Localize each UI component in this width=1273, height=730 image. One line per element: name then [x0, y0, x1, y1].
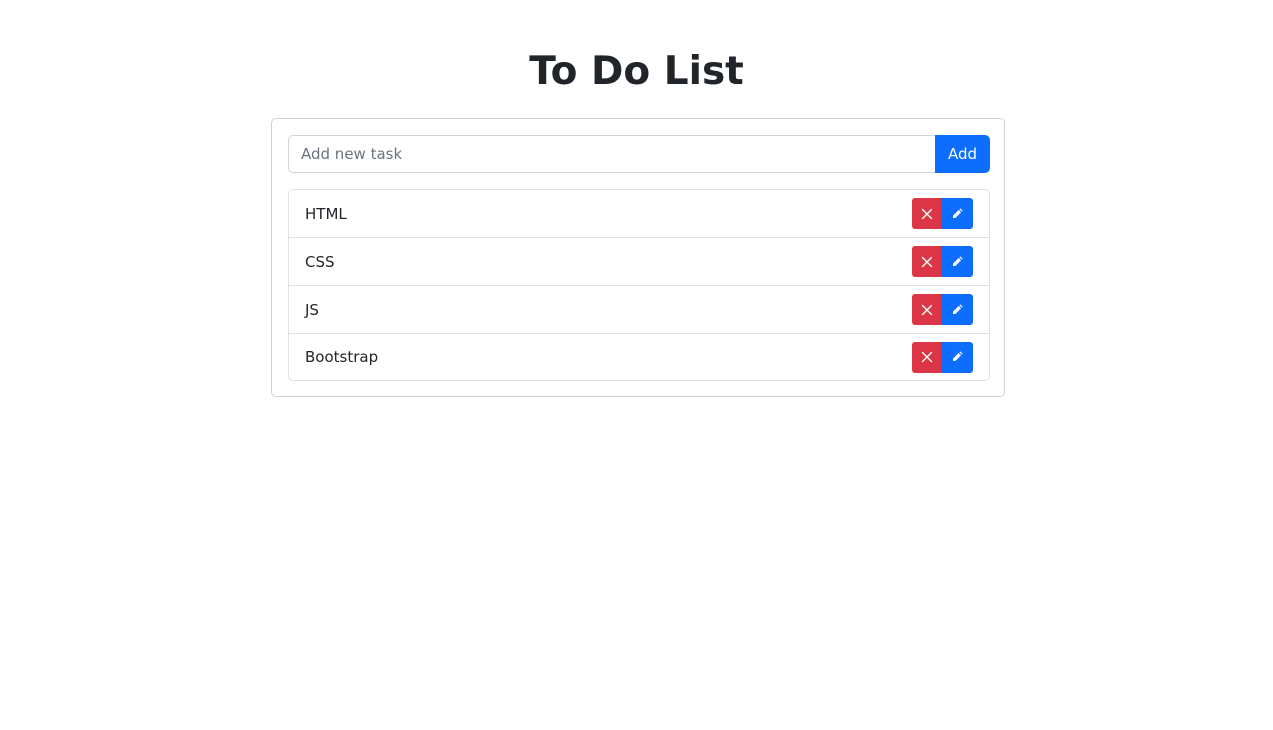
- task-item: HTML: [289, 190, 989, 238]
- edit-task-button[interactable]: [941, 294, 973, 325]
- pencil-icon: [951, 207, 963, 220]
- task-item: JS: [289, 286, 989, 334]
- task-label: Bootstrap: [305, 348, 379, 366]
- task-actions: [912, 294, 973, 325]
- task-actions: [912, 246, 973, 277]
- pencil-icon: [951, 303, 963, 316]
- pencil-icon: [951, 351, 963, 363]
- delete-task-button[interactable]: [912, 294, 941, 325]
- task-item: CSS: [289, 238, 989, 286]
- task-label: JS: [305, 300, 319, 319]
- pencil-icon: [951, 255, 963, 268]
- task-label: CSS: [305, 252, 335, 271]
- close-icon: [921, 304, 933, 316]
- page-title: To Do List: [529, 49, 744, 94]
- delete-task-button[interactable]: [912, 341, 941, 373]
- edit-task-button[interactable]: [941, 198, 973, 229]
- todo-card: Add HTML CSS: [271, 118, 1005, 397]
- delete-task-button[interactable]: [912, 246, 941, 277]
- task-actions: [912, 198, 973, 229]
- new-task-input[interactable]: [288, 135, 935, 173]
- add-task-form: Add: [288, 135, 990, 173]
- delete-task-button[interactable]: [912, 198, 941, 229]
- task-label: HTML: [305, 204, 347, 223]
- close-icon: [921, 351, 933, 363]
- task-list: HTML CSS JS Bootstrap: [288, 189, 990, 381]
- close-icon: [921, 208, 933, 220]
- add-task-button[interactable]: Add: [935, 135, 990, 173]
- edit-task-button[interactable]: [941, 341, 973, 373]
- edit-task-button[interactable]: [941, 246, 973, 277]
- task-actions: [912, 341, 973, 373]
- close-icon: [921, 256, 933, 268]
- task-item: Bootstrap: [289, 334, 989, 380]
